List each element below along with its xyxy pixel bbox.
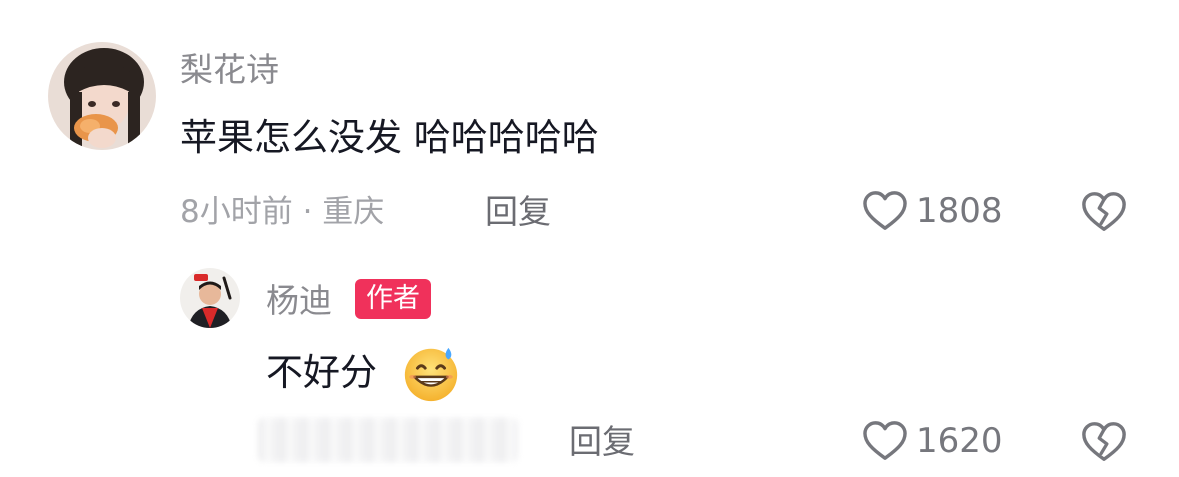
user-avatar[interactable] (48, 42, 156, 150)
like-count: 1620 (916, 421, 1003, 461)
heart-icon (863, 421, 907, 460)
user-avatar-image (48, 42, 156, 150)
comment-text: 苹果怎么没发 哈哈哈哈哈 (180, 116, 599, 159)
like-button[interactable]: 1808 (862, 190, 1003, 232)
author-badge: 作者 (355, 279, 431, 319)
reply-username[interactable]: 杨迪 (266, 281, 332, 321)
broken-heart-icon (1082, 422, 1126, 461)
like-count: 1808 (916, 191, 1003, 231)
reply-button[interactable]: 回复 (569, 422, 635, 462)
comment-username[interactable]: 梨花诗 (180, 50, 279, 90)
dislike-button[interactable] (1081, 190, 1127, 234)
author-avatar-image (180, 268, 240, 328)
dislike-button[interactable] (1081, 420, 1127, 464)
heart-icon (863, 191, 907, 230)
broken-heart-icon (1082, 192, 1126, 231)
author-avatar[interactable] (180, 268, 240, 328)
like-button[interactable]: 1620 (862, 420, 1003, 462)
grinning-sweat-emoji-icon (400, 342, 462, 404)
reply-button[interactable]: 回复 (485, 192, 551, 232)
comment-time-location: 8小时前 · 重庆 (180, 194, 385, 230)
reply-meta-blurred (258, 418, 518, 462)
reply-text: 不好分 (266, 351, 377, 394)
